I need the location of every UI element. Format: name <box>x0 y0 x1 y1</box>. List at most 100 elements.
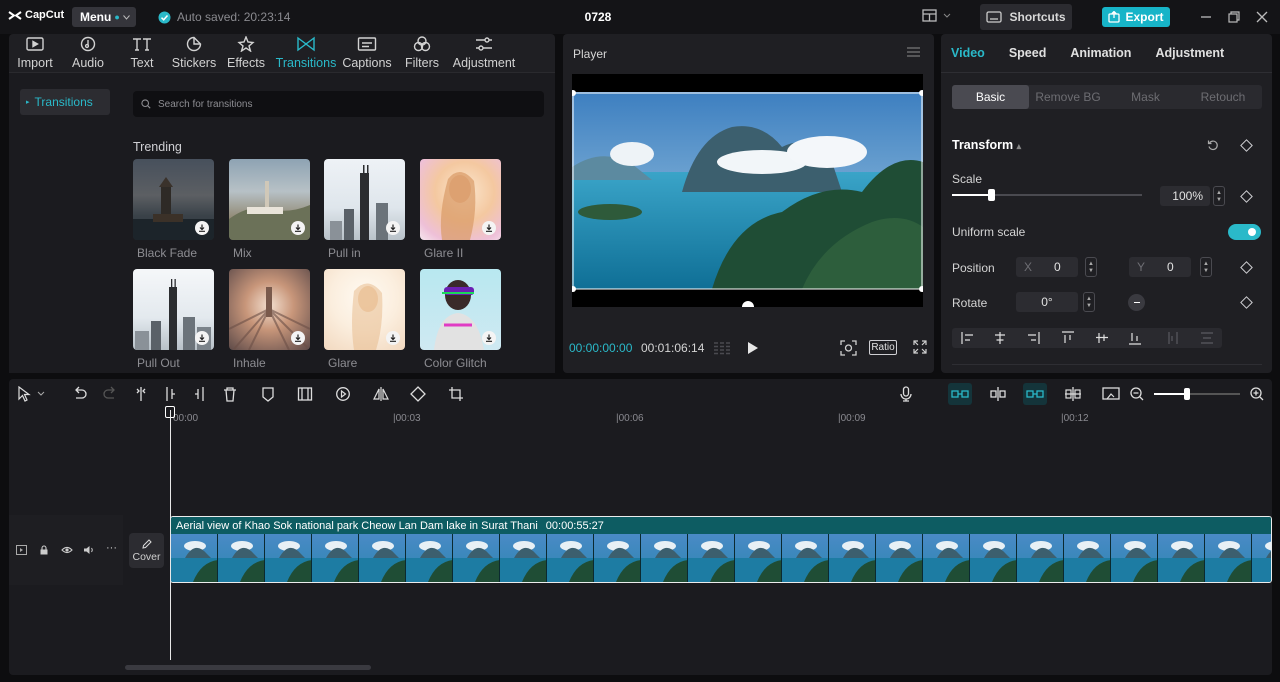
play-button[interactable] <box>747 341 759 355</box>
zoom-slider[interactable] <box>1154 388 1240 400</box>
undo-button[interactable] <box>73 386 87 402</box>
delete-button[interactable] <box>223 386 237 402</box>
cover-button[interactable]: Cover <box>129 533 164 568</box>
shortcuts-button[interactable]: Shortcuts <box>980 4 1072 30</box>
rotate-field[interactable]: 0° <box>1016 292 1078 312</box>
split-button[interactable] <box>135 386 147 402</box>
scale-value-field[interactable]: 100% <box>1160 186 1210 206</box>
download-icon[interactable] <box>482 221 496 235</box>
tab-adjustment[interactable]: Adjustment <box>449 34 519 72</box>
keyframe-diamond-icon[interactable] <box>1240 190 1253 203</box>
download-icon[interactable] <box>386 221 400 235</box>
video-clip[interactable]: Aerial view of Khao Sok national park Ch… <box>170 516 1272 583</box>
download-icon[interactable] <box>195 331 209 345</box>
horizontal-scrollbar[interactable] <box>125 665 371 670</box>
position-y-stepper[interactable]: ▲ ▼ <box>1200 257 1212 277</box>
fit-button[interactable] <box>840 340 857 356</box>
transition-card[interactable] <box>324 269 405 350</box>
tab-text[interactable]: Text <box>115 34 169 72</box>
subtab-basic[interactable]: Basic <box>952 85 1029 109</box>
freeze-button[interactable] <box>297 386 313 402</box>
preview-axis-button[interactable] <box>1102 386 1120 402</box>
transition-card[interactable] <box>420 159 501 240</box>
transition-card[interactable] <box>133 269 214 350</box>
tab-audio[interactable]: Audio <box>61 34 115 72</box>
subtab-mask[interactable]: Mask <box>1107 85 1184 109</box>
scale-stepper[interactable]: ▲ ▼ <box>1213 186 1225 206</box>
delete-left-button[interactable] <box>164 386 176 402</box>
tab-adjustment[interactable]: Adjustment <box>1155 46 1224 60</box>
close-button[interactable] <box>1255 10 1269 24</box>
subtab-retouch[interactable]: Retouch <box>1184 85 1262 109</box>
tab-animation[interactable]: Animation <box>1070 46 1131 60</box>
keyframe-diamond-icon[interactable] <box>1240 261 1253 274</box>
linkage-toggle[interactable] <box>1023 383 1047 405</box>
position-y-field[interactable]: Y 0 <box>1129 257 1191 277</box>
maximize-button[interactable] <box>1227 10 1241 24</box>
mirror-button[interactable] <box>373 386 389 402</box>
tab-captions[interactable]: Captions <box>339 34 395 72</box>
select-tool-button[interactable] <box>17 386 45 402</box>
transition-card[interactable] <box>324 159 405 240</box>
ratio-button[interactable]: Ratio <box>869 340 897 355</box>
reverse-button[interactable] <box>335 386 351 402</box>
player-menu-button[interactable] <box>907 47 920 57</box>
split-view-button[interactable] <box>1064 386 1082 402</box>
search-input[interactable]: Search for transitions <box>133 91 544 117</box>
rotate-dial[interactable] <box>1128 294 1145 311</box>
download-icon[interactable] <box>195 221 209 235</box>
track-video-toggle[interactable] <box>16 545 27 555</box>
uniform-scale-toggle[interactable] <box>1228 224 1261 240</box>
tab-effects[interactable]: Effects <box>219 34 273 72</box>
menu-button[interactable]: Menu ● <box>72 7 136 27</box>
delete-right-button[interactable] <box>194 386 206 402</box>
tab-filters[interactable]: Filters <box>395 34 449 72</box>
rotate-button[interactable] <box>410 386 426 402</box>
keyframe-diamond-icon[interactable] <box>1240 296 1253 309</box>
preview-canvas[interactable] <box>572 74 923 307</box>
layout-button[interactable] <box>922 9 952 23</box>
scale-slider[interactable] <box>952 189 1142 201</box>
transition-card[interactable] <box>229 159 310 240</box>
sidebar-item-transitions[interactable]: ▸ Transitions <box>20 89 110 115</box>
download-icon[interactable] <box>291 221 305 235</box>
track-mute-toggle[interactable] <box>83 545 95 555</box>
crop-button[interactable] <box>448 386 464 402</box>
rotate-stepper[interactable]: ▲ ▼ <box>1083 292 1095 312</box>
snap-button[interactable] <box>989 386 1007 402</box>
record-audio-button[interactable] <box>900 386 912 402</box>
tab-import[interactable]: Import <box>9 34 61 72</box>
fullscreen-button[interactable] <box>913 340 927 354</box>
scale-slider-handle[interactable] <box>988 189 995 201</box>
download-icon[interactable] <box>482 331 496 345</box>
zoom-slider-handle[interactable] <box>1184 388 1190 400</box>
track-more-button[interactable]: ··· <box>106 542 117 554</box>
download-icon[interactable] <box>291 331 305 345</box>
zoom-out-button[interactable] <box>1130 386 1144 402</box>
magnet-toggle[interactable] <box>948 383 972 405</box>
transition-card[interactable] <box>133 159 214 240</box>
reset-button[interactable] <box>1207 139 1219 151</box>
download-icon[interactable] <box>386 331 400 345</box>
zoom-in-button[interactable] <box>1250 386 1264 402</box>
track-lock-toggle[interactable] <box>39 545 49 555</box>
tab-video[interactable]: Video <box>951 46 985 60</box>
playhead-line[interactable] <box>170 410 171 660</box>
subtab-remove-bg[interactable]: Remove BG <box>1029 85 1107 109</box>
transition-card[interactable] <box>420 269 501 350</box>
position-x-field[interactable]: X 0 <box>1016 257 1078 277</box>
project-title[interactable]: 0728 <box>560 10 636 24</box>
keyframe-diamond-icon[interactable] <box>1240 139 1253 152</box>
position-x-stepper[interactable]: ▲ ▼ <box>1085 257 1097 277</box>
minimize-button[interactable] <box>1199 10 1213 24</box>
grid-view-button[interactable] <box>713 341 733 355</box>
redo-button[interactable] <box>103 386 117 402</box>
track-visibility-toggle[interactable] <box>61 545 73 555</box>
time-ruler[interactable]: 00:00 |00:03 |00:06 |00:09 |00:12 <box>9 406 1272 427</box>
tab-transitions[interactable]: Transitions <box>273 34 339 72</box>
transition-card[interactable] <box>229 269 310 350</box>
tab-speed[interactable]: Speed <box>1009 46 1047 60</box>
tab-stickers[interactable]: Stickers <box>169 34 219 72</box>
marker-button[interactable] <box>261 386 275 402</box>
export-button[interactable]: Export <box>1102 7 1170 27</box>
